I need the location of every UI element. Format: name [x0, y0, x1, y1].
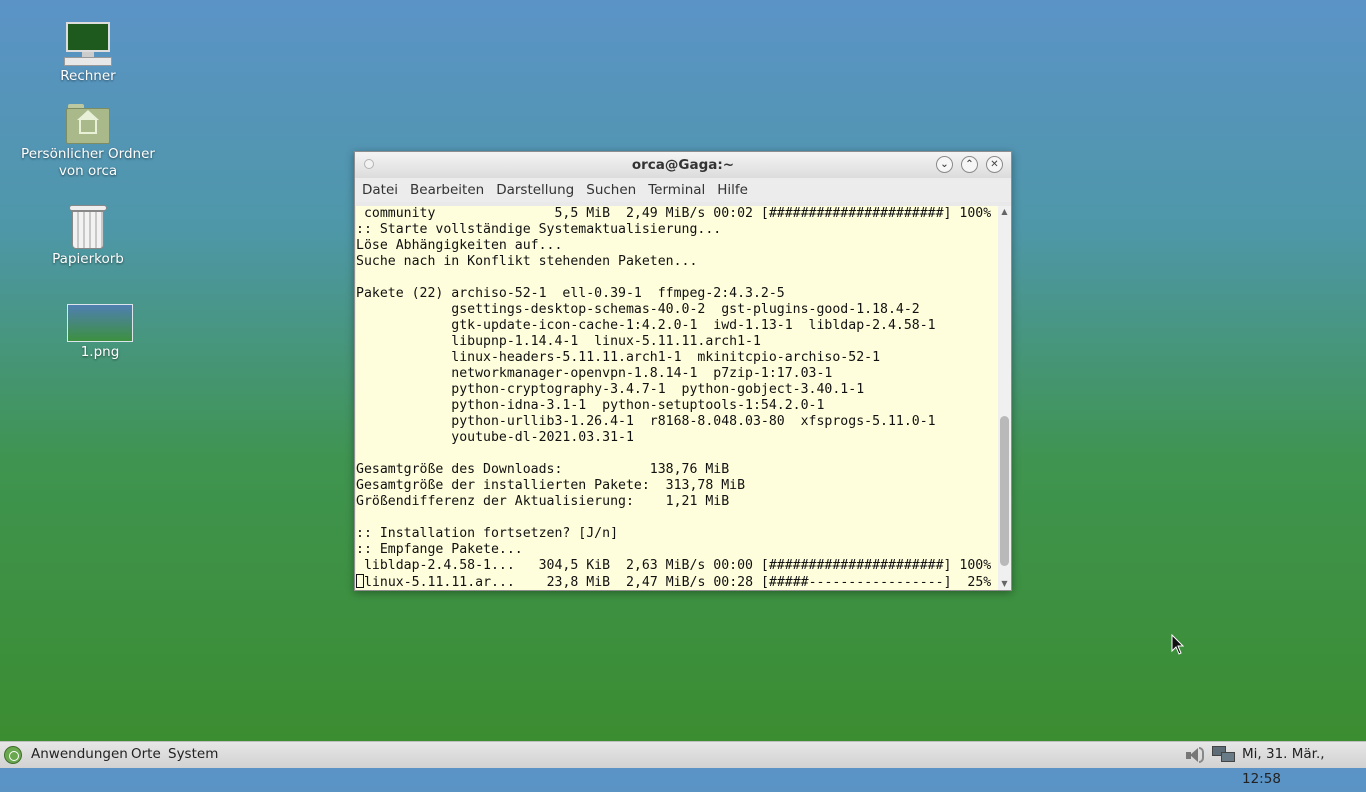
- terminal-line: linux-headers-5.11.11.arch1-1 mkinitcpio…: [356, 350, 881, 365]
- trash-icon: [69, 205, 107, 249]
- terminal-line: Pakete (22) archiso-52-1 ell-0.39-1 ffmp…: [356, 286, 785, 301]
- computer-icon: [64, 22, 112, 66]
- volume-icon[interactable]: [1184, 746, 1206, 764]
- terminal-line: python-urllib3-1.26.4-1 r8168-8.048.03-8…: [356, 414, 936, 429]
- terminal-line: Löse Abhängigkeiten auf...: [356, 238, 563, 253]
- menu-darstellung[interactable]: Darstellung: [490, 178, 580, 203]
- terminal-window[interactable]: orca@Gaga:~ ⌄ ⌃ ✕ Datei Bearbeiten Darstel…: [354, 151, 1012, 591]
- terminal-line: libldap-2.4.58-1... 304,5 KiB 2,63 MiB/s…: [356, 558, 992, 573]
- maximize-button[interactable]: ⌃: [961, 156, 978, 173]
- window-menu-icon[interactable]: [364, 159, 374, 169]
- mint-menu-icon[interactable]: [4, 746, 22, 764]
- clock[interactable]: Mi, 31. Mär., 12:58: [1242, 742, 1366, 792]
- terminal-line: community 5,5 MiB 2,49 MiB/s 00:02 [####…: [356, 206, 992, 221]
- maximize-icon: ⌃: [965, 159, 974, 170]
- terminal-line: networkmanager-openvpn-1.8.14-1 p7zip-1:…: [356, 366, 833, 381]
- terminal-line: :: Installation fortsetzen? [J/n]: [356, 526, 619, 541]
- terminal-line-current: linux-5.11.11.ar... 23,8 MiB 2,47 MiB/s …: [356, 574, 998, 590]
- terminal-line: python-idna-3.1-1 python-setuptools-1:54…: [356, 398, 825, 413]
- terminal-line: :: Starte vollständige Systemaktualisier…: [356, 222, 722, 237]
- terminal-line: Gesamtgröße des Downloads: 138,76 MiB: [356, 462, 730, 477]
- text-cursor: [356, 574, 364, 588]
- terminal-output[interactable]: community 5,5 MiB 2,49 MiB/s 00:02 [####…: [356, 206, 998, 590]
- menu-system[interactable]: System: [168, 742, 218, 767]
- menu-orte[interactable]: Orte: [131, 742, 161, 767]
- window-titlebar[interactable]: orca@Gaga:~ ⌄ ⌃ ✕: [355, 152, 1011, 178]
- minimize-button[interactable]: ⌄: [936, 156, 953, 173]
- close-button[interactable]: ✕: [986, 156, 1003, 173]
- mouse-pointer-icon: [1171, 634, 1185, 655]
- desktop-icon-label: Papierkorb: [52, 251, 124, 267]
- scroll-down-icon[interactable]: ▼: [998, 578, 1011, 590]
- desktop-icon-rechner[interactable]: Rechner: [18, 22, 158, 85]
- terminal-line: libupnp-1.14.4-1 linux-5.11.11.arch1-1: [356, 334, 761, 349]
- terminal-scrollbar[interactable]: ▲ ▼: [998, 206, 1011, 590]
- menu-datei[interactable]: Datei: [356, 178, 404, 203]
- desktop-icon-home-folder[interactable]: Persönlicher Ordner von orca: [18, 104, 158, 180]
- menu-hilfe[interactable]: Hilfe: [711, 178, 754, 203]
- terminal-line: Gesamtgröße der installierten Pakete: 31…: [356, 478, 746, 493]
- window-title: orca@Gaga:~: [631, 157, 735, 173]
- close-icon: ✕: [990, 159, 999, 170]
- terminal-line: Suche nach in Konflikt stehenden Paketen…: [356, 254, 698, 269]
- network-icon[interactable]: [1212, 746, 1236, 764]
- desktop-icon-label: 1.png: [80, 344, 120, 360]
- home-folder-icon: [66, 104, 110, 144]
- scrollbar-thumb[interactable]: [1000, 416, 1009, 566]
- menu-suchen[interactable]: Suchen: [580, 178, 642, 203]
- terminal-line: gsettings-desktop-schemas-40.0-2 gst-plu…: [356, 302, 920, 317]
- scroll-up-icon[interactable]: ▲: [998, 206, 1011, 218]
- desktop-icon-papierkorb[interactable]: Papierkorb: [18, 205, 158, 268]
- terminal-line: youtube-dl-2021.03.31-1: [356, 430, 634, 445]
- terminal-line: gtk-update-icon-cache-1:4.2.0-1 iwd-1.13…: [356, 318, 936, 333]
- menu-anwendungen[interactable]: Anwendungen: [31, 742, 128, 767]
- menu-bar: Datei Bearbeiten Darstellung Suchen Terminal…: [355, 178, 1011, 202]
- terminal-line: Größendifferenz der Aktualisierung: 1,21…: [356, 494, 730, 509]
- minimize-icon: ⌄: [940, 159, 949, 170]
- image-file-icon: [67, 304, 133, 342]
- taskbar: Anwendungen Orte System Mi, 31. Mär., 12…: [0, 741, 1366, 787]
- terminal-current-text: linux-5.11.11.ar... 23,8 MiB 2,47 MiB/s …: [364, 575, 992, 590]
- terminal-line: :: Empfange Pakete...: [356, 542, 523, 557]
- menu-bearbeiten[interactable]: Bearbeiten: [404, 178, 490, 203]
- desktop-icon-label: Rechner: [60, 68, 116, 84]
- desktop-icon-1png[interactable]: 1.png: [30, 304, 170, 361]
- terminal-line: python-cryptography-3.4.7-1 python-gobje…: [356, 382, 865, 397]
- menu-terminal[interactable]: Terminal: [642, 178, 711, 203]
- desktop-icon-label: Persönlicher Ordner von orca: [21, 146, 155, 179]
